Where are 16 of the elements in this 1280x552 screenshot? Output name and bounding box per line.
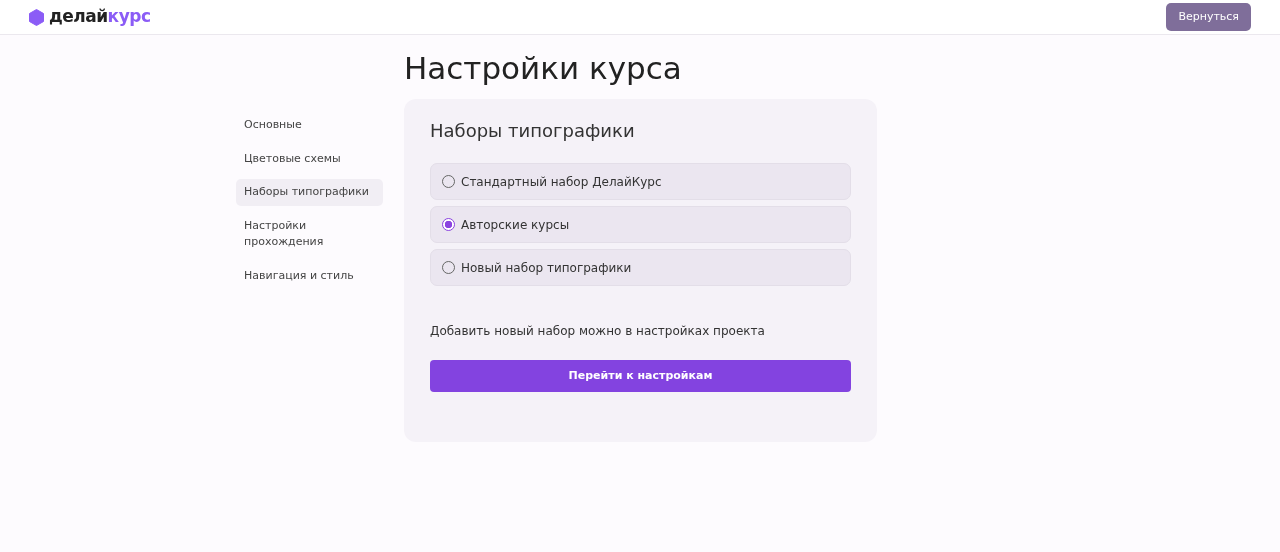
logo-icon [28,8,45,26]
radio-option[interactable]: Авторские курсы [430,206,851,244]
logo-text: делайкурс [49,5,151,29]
settings-button[interactable]: Перейти к настройкам [430,360,851,393]
page-title: Настройки курса [404,50,683,88]
hint-text: Добавить новый набор можно в настройках проекта [430,323,766,341]
radio-button[interactable] [442,218,455,232]
radio-option[interactable]: Новый набор типографики [430,249,851,287]
panel-title: Наборы типографики [430,119,636,144]
sidebar-item[interactable]: Цветовые схемы [236,145,383,172]
back-button[interactable]: Вернуться [1166,2,1251,32]
sidebar-item[interactable]: Навигация и стиль [236,262,383,289]
sidebar-item[interactable]: Основные [236,112,383,139]
sidebar-item[interactable]: Наборы типографики [236,179,383,206]
radio-option[interactable]: Стандартный набор ДелайКурс [430,163,851,201]
sidebar-item[interactable]: Настройки прохождения [236,212,383,256]
